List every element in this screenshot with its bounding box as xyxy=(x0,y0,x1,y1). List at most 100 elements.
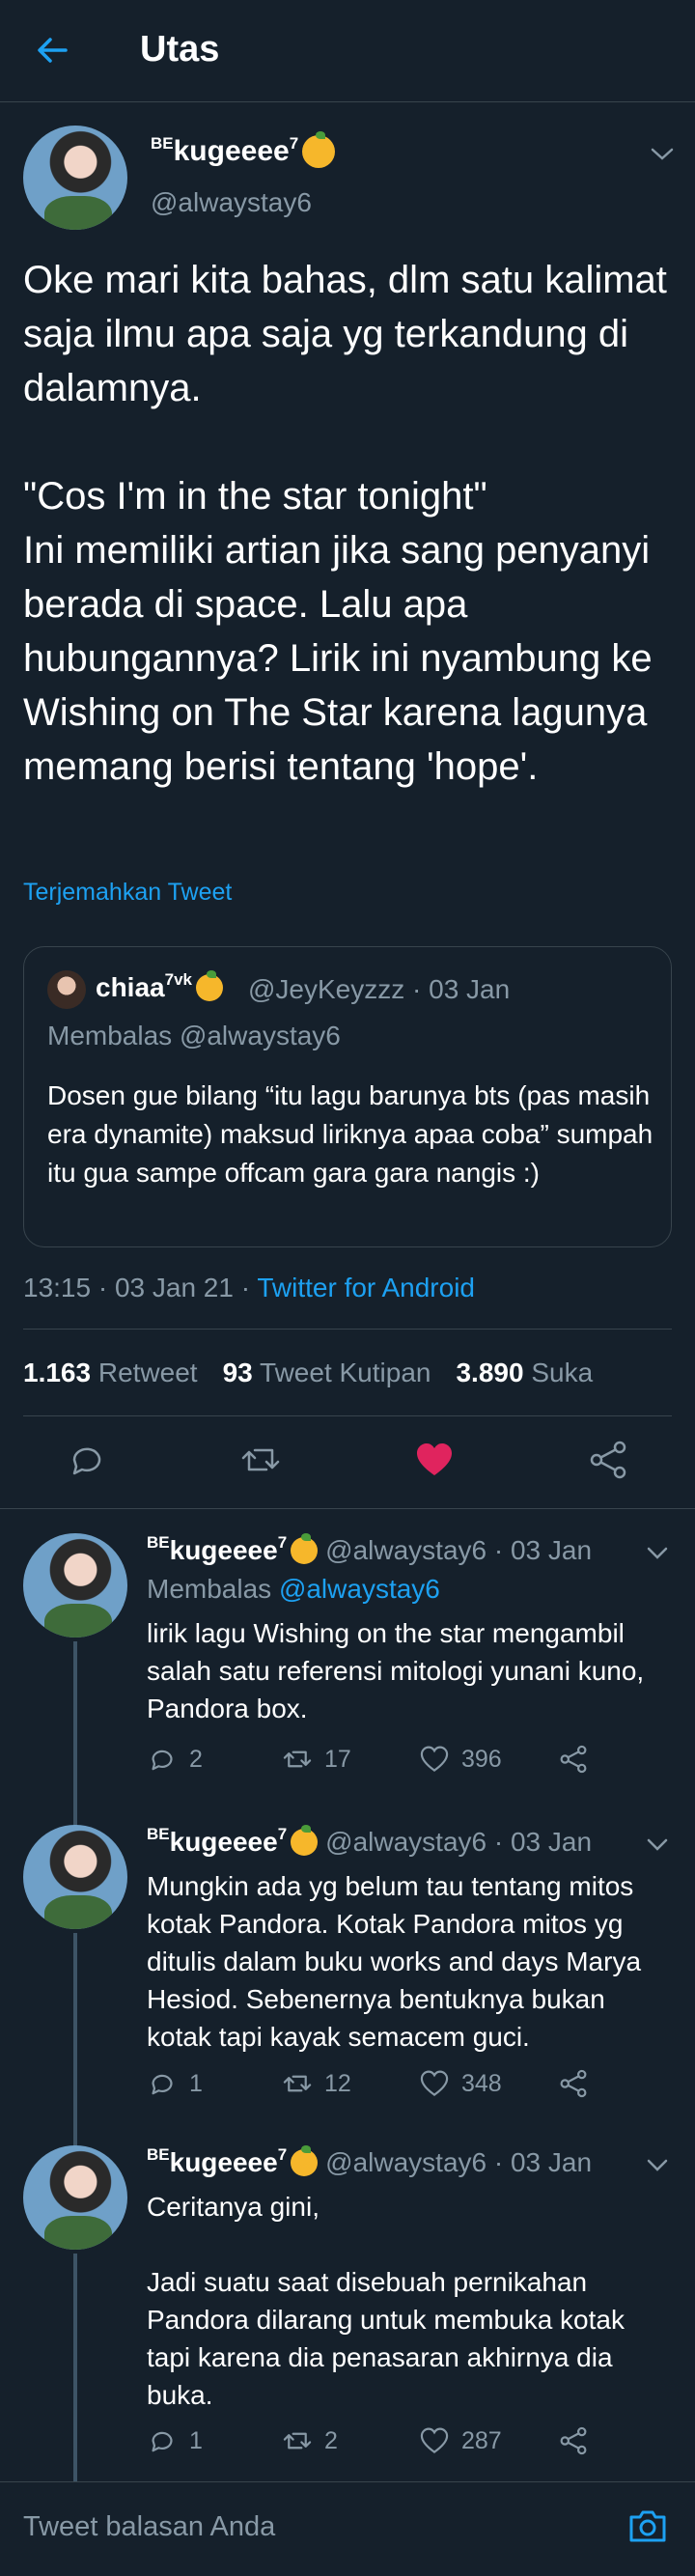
name-sup: 7 xyxy=(289,134,299,153)
like-count: 348 xyxy=(461,2069,502,2097)
name-text[interactable]: kugeeee xyxy=(170,2147,278,2178)
quoted-tweet[interactable]: chiaa 7vk @JeyKeyzzz · 03 Jan Membalas @a… xyxy=(23,946,672,1247)
like-count: 396 xyxy=(461,1745,502,1773)
quotes-stat[interactable]: 93 Tweet Kutipan xyxy=(223,1358,431,1388)
author-handle[interactable]: @alwaystay6 xyxy=(151,187,312,218)
reply-author: BE kugeeee 7 @alwaystay6 · 03 Jan xyxy=(147,1825,592,1858)
name-prefix: BE xyxy=(147,2145,170,2164)
reply-text: lirik lagu Wishing on the star mengambil… xyxy=(147,1618,652,1723)
retweets-label: Retweet xyxy=(97,1358,198,1387)
avatar[interactable] xyxy=(23,2145,127,2250)
reply-icon[interactable] xyxy=(66,1439,108,1481)
retweet-action[interactable]: 2 xyxy=(282,2425,338,2456)
reply-actions: 2 17 396 xyxy=(147,1744,610,1782)
orange-emoji-icon xyxy=(291,1533,319,1564)
back-arrow-icon[interactable] xyxy=(33,31,71,70)
share-action[interactable] xyxy=(558,2068,589,2099)
camera-icon[interactable] xyxy=(627,2506,668,2546)
timestamp-text: 13:15 · 03 Jan 21 · xyxy=(23,1273,258,1302)
reply-input[interactable]: Tweet balasan Anda xyxy=(23,2511,275,2543)
orange-emoji-icon xyxy=(291,1825,319,1856)
chevron-down-icon[interactable] xyxy=(645,1836,670,1854)
chevron-down-icon[interactable] xyxy=(645,1545,670,1562)
top-bar: Utas xyxy=(0,0,695,102)
likes-count: 3.890 xyxy=(456,1358,524,1387)
retweet-count: 12 xyxy=(324,2069,351,2097)
tweet-text: Oke mari kita bahas, dlm satu kalimat sa… xyxy=(23,259,667,788)
reply-actions: 1 12 348 xyxy=(147,2068,610,2107)
name-text[interactable]: kugeeee xyxy=(170,1535,278,1566)
tweet-stats: 1.163 Retweet 93 Tweet Kutipan 3.890 Suk… xyxy=(23,1358,593,1388)
divider xyxy=(23,1415,672,1416)
page-title: Utas xyxy=(140,29,220,70)
avatar[interactable] xyxy=(23,1825,127,1929)
name-sup: 7 xyxy=(277,2145,288,2164)
name-prefix: BE xyxy=(151,134,174,153)
like-action[interactable]: 348 xyxy=(419,2068,502,2099)
author-name[interactable]: BE kugeeee 7 xyxy=(151,131,336,168)
retweet-icon xyxy=(283,2075,312,2092)
reply-action[interactable]: 1 xyxy=(147,2068,203,2099)
name-prefix: BE xyxy=(147,1533,170,1552)
quote-text: Dosen gue bilang “itu lagu barunya bts (… xyxy=(47,1080,653,1188)
source-link[interactable]: Twitter for Android xyxy=(257,1273,475,1302)
quote-author-name: chiaa 7vk xyxy=(96,970,223,1003)
replying-handle-link[interactable]: @alwaystay6 xyxy=(279,1574,440,1604)
retweet-icon xyxy=(283,2432,312,2450)
like-count: 287 xyxy=(461,2426,502,2454)
name-text[interactable]: kugeeee xyxy=(170,1827,278,1858)
reply-tweet[interactable]: BE kugeeee 7 @alwaystay6 · 03 Jan Mungkin a… xyxy=(0,1825,695,2147)
avatar[interactable] xyxy=(23,126,127,230)
share-icon[interactable] xyxy=(587,1439,629,1481)
like-action[interactable]: 287 xyxy=(419,2425,502,2456)
thread-line xyxy=(73,2254,77,2481)
translate-link[interactable]: Terjemahkan Tweet xyxy=(23,879,232,907)
likes-label: Suka xyxy=(531,1358,594,1387)
reply-action[interactable]: 2 xyxy=(147,1744,203,1775)
thread-line xyxy=(73,1933,77,2147)
heart-filled-icon[interactable] xyxy=(413,1439,456,1481)
quote-name-sup: 7vk xyxy=(164,970,192,989)
reply-tweet[interactable]: BE kugeeee 7 @alwaystay6 · 03 Jan Membalas … xyxy=(0,1533,695,1831)
replying-to: Membalas @alwaystay6 xyxy=(147,1574,440,1605)
reply-icon xyxy=(152,1750,173,1771)
reply-icon xyxy=(152,2431,173,2452)
heart-icon xyxy=(420,2427,449,2453)
heart-icon xyxy=(420,2070,449,2096)
orange-emoji-icon xyxy=(302,131,336,168)
retweet-action[interactable]: 17 xyxy=(282,1744,351,1775)
retweet-action[interactable]: 12 xyxy=(282,2068,351,2099)
chevron-down-icon[interactable] xyxy=(645,2157,670,2174)
quote-meta: @JeyKeyzzz · 03 Jan xyxy=(248,974,511,1004)
reply-meta: @alwaystay6 · 03 Jan xyxy=(325,2147,593,2177)
retweets-count: 1.163 xyxy=(23,1358,92,1387)
reply-count: 1 xyxy=(189,2426,203,2454)
thread-line xyxy=(73,1641,77,1831)
retweets-stat[interactable]: 1.163 Retweet xyxy=(23,1358,198,1388)
orange-emoji-icon xyxy=(291,2145,319,2176)
quote-avatar xyxy=(47,970,86,1009)
orange-emoji-icon xyxy=(195,970,223,1001)
avatar[interactable] xyxy=(23,1533,127,1638)
likes-stat[interactable]: 3.890 Suka xyxy=(456,1358,593,1388)
quotes-label: Tweet Kutipan xyxy=(260,1358,431,1387)
reply-action[interactable]: 1 xyxy=(147,2425,203,2456)
reply-tweet[interactable]: BE kugeeee 7 @alwaystay6 · 03 Jan Ceritanya… xyxy=(0,2145,695,2481)
retweet-icon xyxy=(283,1750,312,1768)
share-icon xyxy=(560,2069,587,2098)
chevron-down-icon[interactable] xyxy=(649,145,676,164)
tweet-timestamp: 13:15 · 03 Jan 21 · Twitter for Android xyxy=(23,1273,475,1303)
share-icon xyxy=(560,1745,587,1774)
like-action[interactable]: 396 xyxy=(419,1744,502,1775)
reply-actions: 1 2 287 xyxy=(147,2425,610,2464)
retweet-icon[interactable] xyxy=(239,1439,282,1481)
heart-icon xyxy=(420,1746,449,1772)
reply-author: BE kugeeee 7 @alwaystay6 · 03 Jan xyxy=(147,2145,593,2178)
divider xyxy=(0,1508,695,1509)
name-sup: 7 xyxy=(277,1533,288,1552)
share-action[interactable] xyxy=(558,2425,589,2456)
share-action[interactable] xyxy=(558,1744,589,1775)
reply-text: Ceritanya gini, Jadi suatu saat disebuah… xyxy=(147,2192,625,2410)
retweet-count: 17 xyxy=(324,1745,351,1773)
reply-composer: Tweet balasan Anda xyxy=(0,2481,695,2576)
